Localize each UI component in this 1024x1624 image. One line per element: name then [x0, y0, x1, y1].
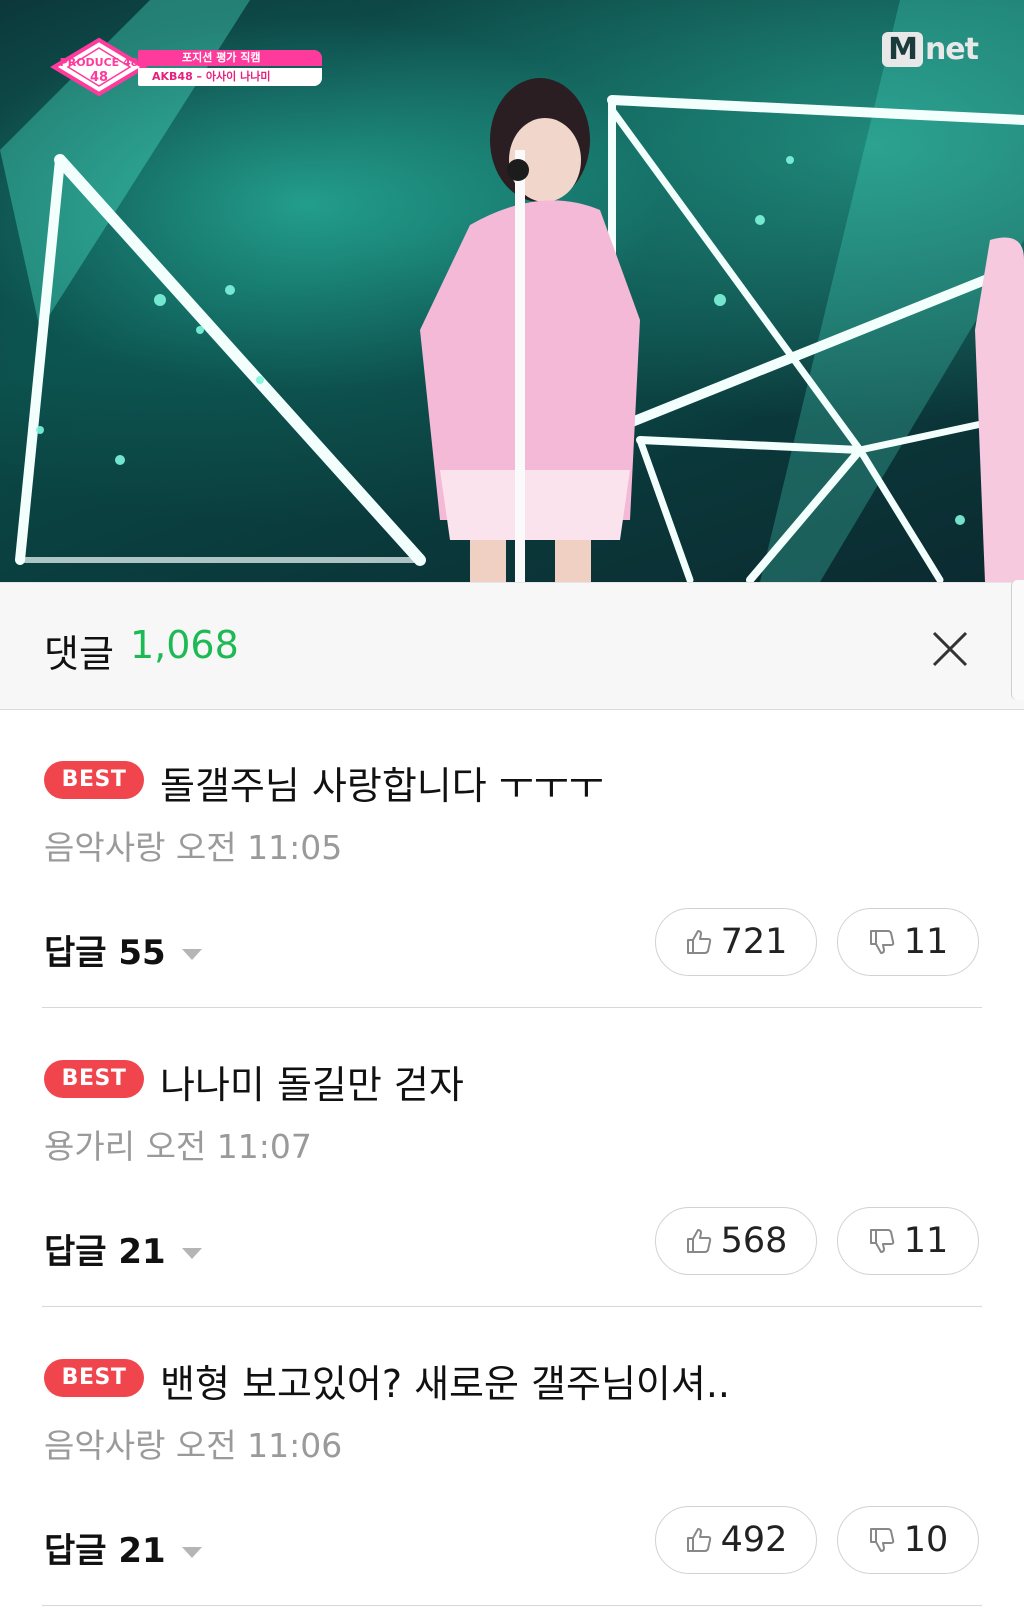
comment-item: BEST 나나미 돌길만 걷자 용가리 오전 11:07 답글 21 568 1… [0, 1008, 1024, 1307]
replies-label: 답글 21 [44, 1531, 166, 1571]
best-badge: BEST [44, 1359, 144, 1397]
replies-toggle[interactable]: 답글 55 [44, 925, 202, 974]
produce48-logo: PRODUCE 48 48 [50, 37, 148, 97]
thumbs-down-icon [869, 930, 894, 954]
caption-line2: AKB48 – 아사이 나나미 [138, 68, 322, 86]
comment-list: BEST 돌갤주님 사랑합니다 ㅜㅜㅜ 음악사랑 오전 11:05 답글 55 … [0, 709, 1024, 1606]
mnet-logo: Mnet [882, 32, 979, 67]
best-badge: BEST [44, 1060, 144, 1098]
comment-item: BEST 밴형 보고있어? 새로운 갤주님이셔.. 음악사랑 오전 11:06 … [0, 1307, 1024, 1606]
dislike-button[interactable]: 11 [837, 908, 979, 976]
comments-header: 댓글 1,068 [0, 582, 1024, 710]
best-badge: BEST [44, 761, 144, 799]
comments-title: 댓글 [44, 632, 114, 676]
comment-text: 밴형 보고있어? 새로운 갤주님이셔.. [160, 1362, 731, 1406]
thumbs-up-icon [686, 1528, 711, 1552]
replies-toggle[interactable]: 답글 21 [44, 1224, 202, 1273]
chevron-down-icon [181, 1547, 202, 1558]
chevron-down-icon [181, 1248, 202, 1259]
comment-author-time: 음악사랑 오전 11:06 [44, 1426, 343, 1465]
replies-toggle[interactable]: 답글 21 [44, 1523, 202, 1572]
svg-text:48: 48 [90, 70, 108, 85]
comment-text: 돌갤주님 사랑합니다 ㅜㅜㅜ [160, 764, 604, 808]
thumbs-up-icon [686, 930, 711, 954]
like-button[interactable]: 721 [655, 908, 817, 976]
dislike-count: 11 [903, 1221, 949, 1261]
dislike-button[interactable]: 11 [837, 1207, 979, 1275]
like-button[interactable]: 492 [655, 1506, 817, 1574]
close-icon[interactable] [930, 629, 970, 669]
thumbs-up-icon [686, 1229, 711, 1253]
caption-line1: 포지션 평가 직캠 [138, 50, 322, 66]
dislike-count: 11 [903, 922, 949, 962]
video-caption: 포지션 평가 직캠 AKB48 – 아사이 나나미 [138, 50, 322, 90]
thumbs-down-icon [869, 1229, 894, 1253]
thumbs-down-icon [869, 1528, 894, 1552]
comment-text: 나나미 돌길만 걷자 [160, 1063, 464, 1107]
like-count: 721 [720, 922, 788, 962]
comment-item: BEST 돌갤주님 사랑합니다 ㅜㅜㅜ 음악사랑 오전 11:05 답글 55 … [0, 709, 1024, 1008]
dislike-count: 10 [903, 1520, 949, 1560]
replies-label: 답글 21 [44, 1232, 166, 1272]
like-count: 492 [720, 1520, 788, 1560]
comment-author-time: 음악사랑 오전 11:05 [44, 828, 343, 867]
replies-label: 답글 55 [44, 933, 166, 973]
divider [42, 1605, 982, 1606]
comments-count: 1,068 [130, 623, 239, 667]
svg-text:PRODUCE 48: PRODUCE 48 [60, 56, 139, 69]
video-player[interactable]: PRODUCE 48 48 포지션 평가 직캠 AKB48 – 아사이 나나미 … [0, 0, 1024, 582]
comment-author-time: 용가리 오전 11:07 [44, 1127, 312, 1166]
chevron-down-icon [181, 949, 202, 960]
dislike-button[interactable]: 10 [837, 1506, 979, 1574]
like-button[interactable]: 568 [655, 1207, 817, 1275]
scrollbar[interactable] [1011, 580, 1024, 700]
like-count: 568 [720, 1221, 788, 1261]
